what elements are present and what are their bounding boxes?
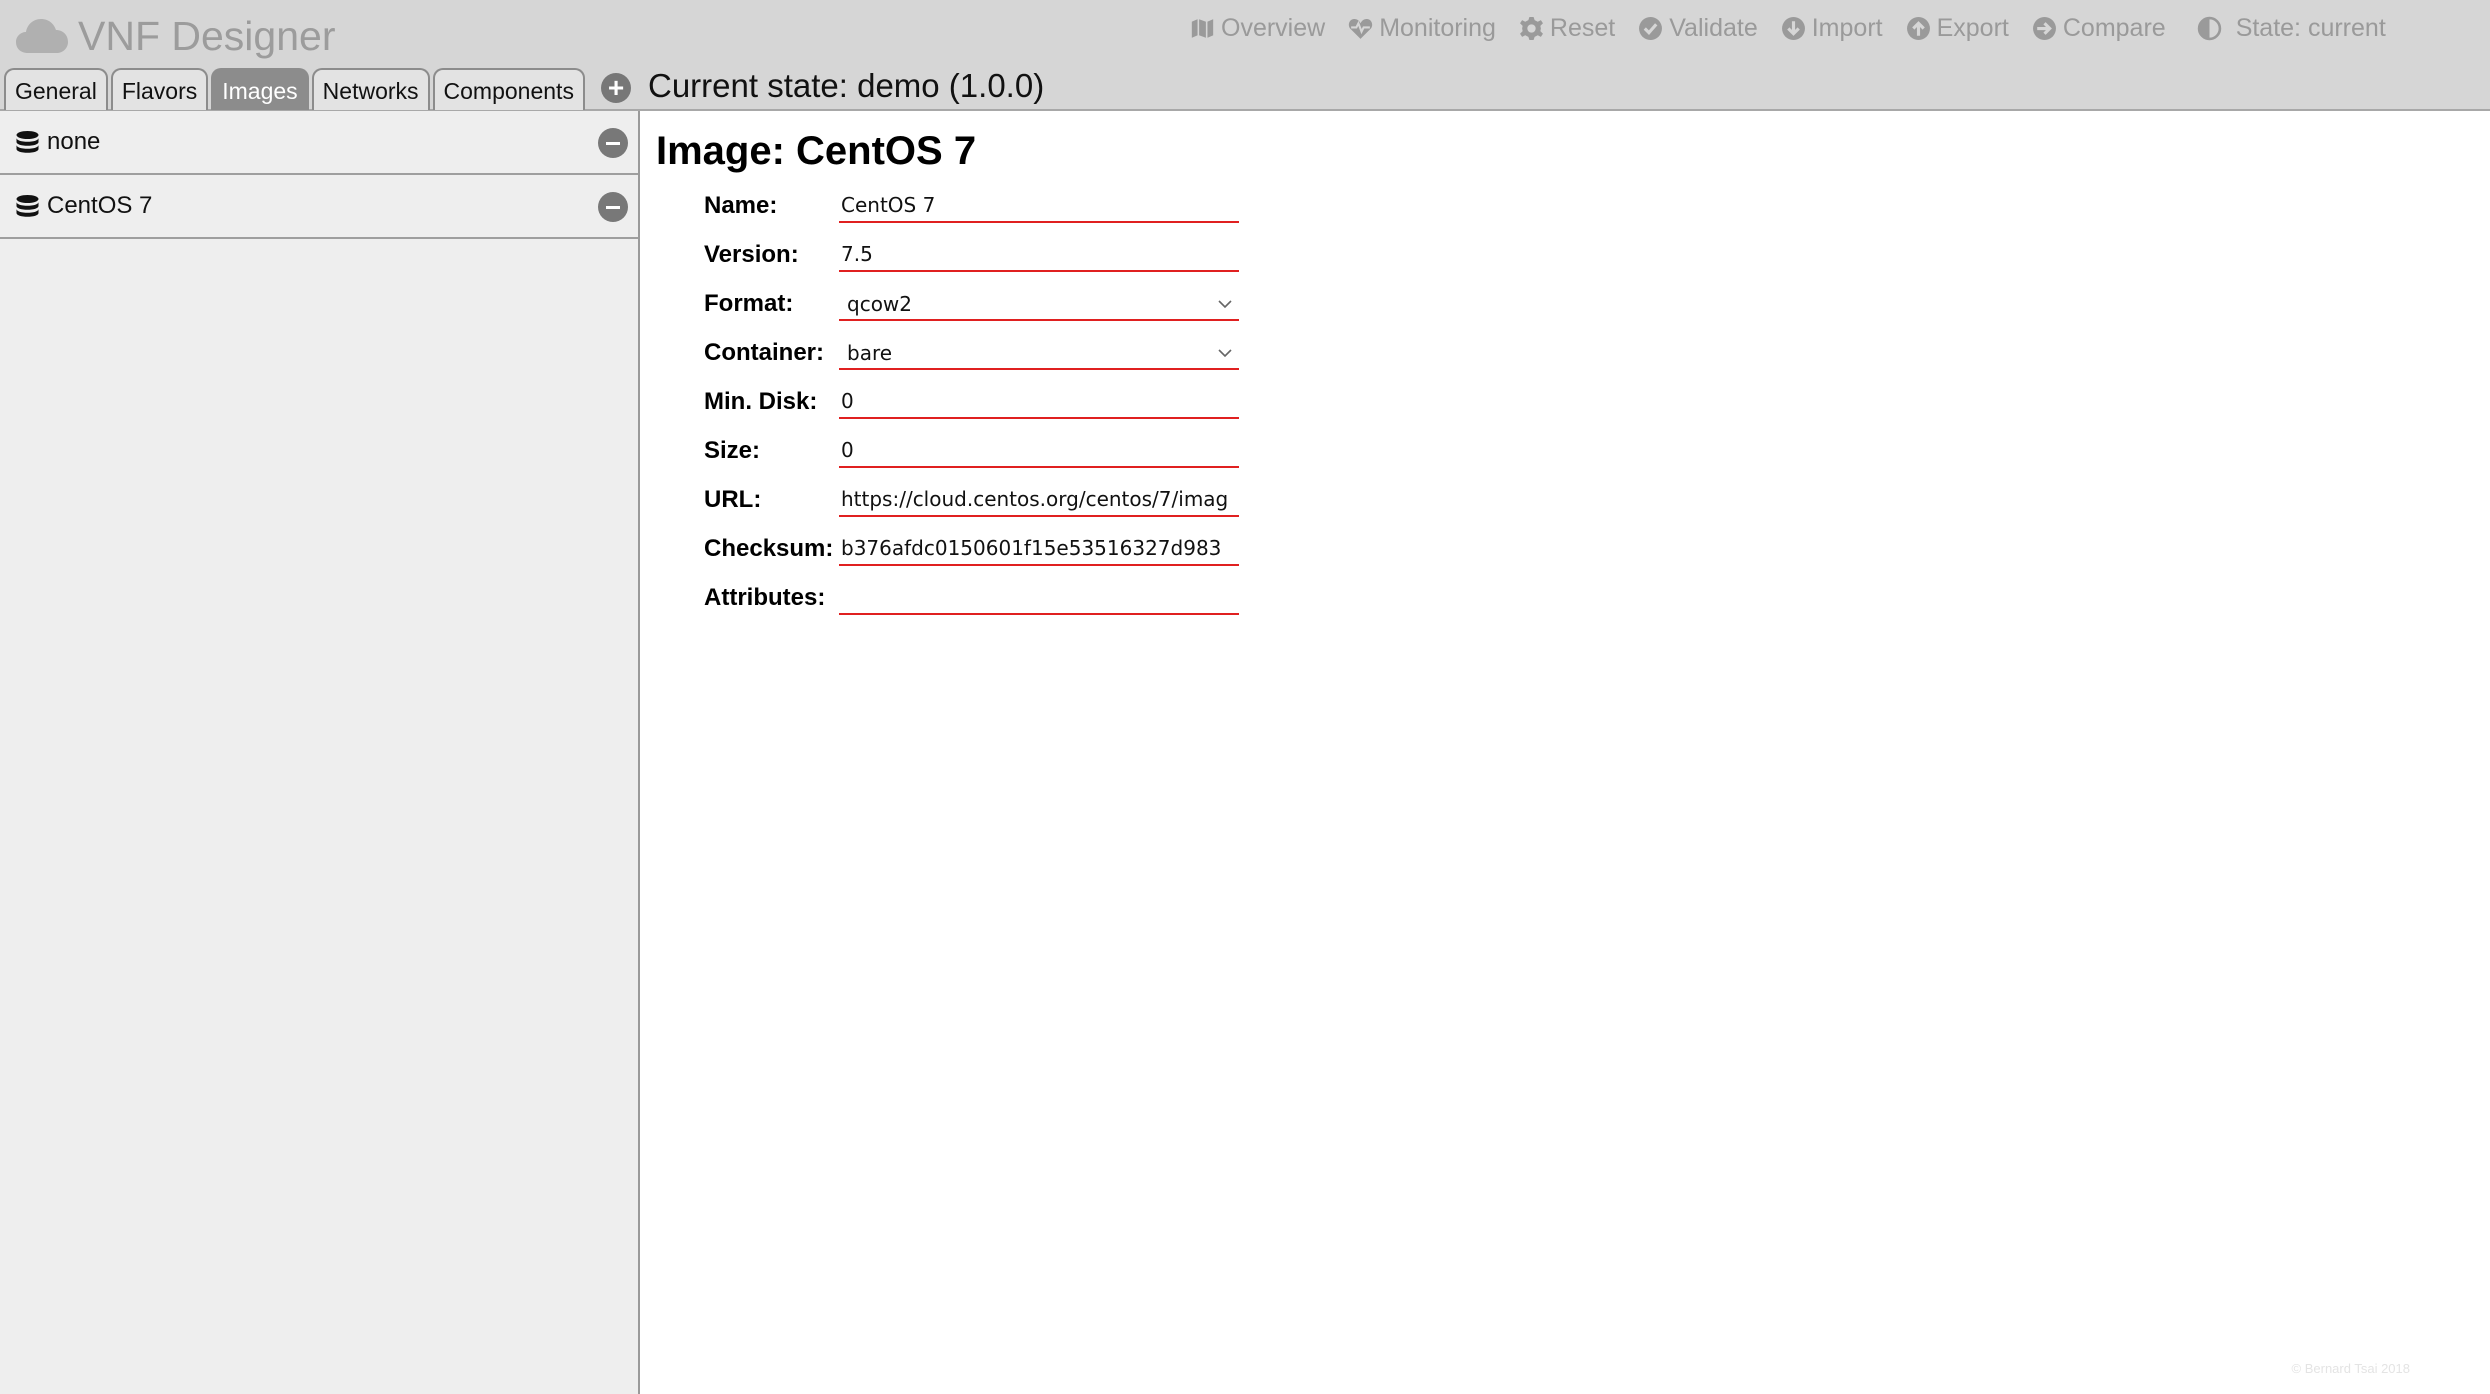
gear-icon <box>1519 16 1543 40</box>
container-value: bare <box>847 341 893 365</box>
container-row: Container: bare <box>704 330 1244 379</box>
export-label: Export <box>1936 13 2009 42</box>
version-field[interactable] <box>839 238 1239 272</box>
cloud-icon <box>16 19 68 53</box>
format-select[interactable]: qcow2 <box>839 287 1239 321</box>
min-disk-field[interactable] <box>839 385 1239 419</box>
container-select[interactable]: bare <box>839 336 1239 370</box>
remove-image-button[interactable] <box>598 128 628 158</box>
overview-button[interactable]: Overview <box>1190 14 1325 43</box>
check-circle-icon <box>1639 16 1663 40</box>
top-nav: Overview Monitoring Reset Validate Impor… <box>1190 12 2409 44</box>
version-row: Version: <box>704 232 1244 281</box>
arrow-up-circle-icon <box>1906 16 1930 40</box>
half-circle-icon <box>2197 16 2221 40</box>
size-row: Size: <box>704 428 1244 477</box>
checksum-field[interactable] <box>839 532 1239 566</box>
chevron-down-icon <box>1218 349 1232 358</box>
minus-icon <box>606 205 620 209</box>
validate-label: Validate <box>1669 13 1758 42</box>
format-value: qcow2 <box>847 292 913 316</box>
state-toggle-button[interactable]: State: current <box>2197 14 2386 43</box>
minus-icon <box>606 141 620 145</box>
add-image-button[interactable]: + <box>601 73 631 103</box>
plus-icon: + <box>607 72 625 103</box>
app-header: VNF Designer Overview Monitoring Reset V… <box>0 0 2490 111</box>
arrow-right-circle-icon <box>2032 16 2056 40</box>
tab-images[interactable]: Images <box>211 68 309 110</box>
image-list-sidebar: none CentOS 7 <box>0 111 640 1394</box>
min-disk-label: Min. Disk: <box>704 388 818 415</box>
url-field[interactable] <box>839 483 1239 517</box>
remove-image-button[interactable] <box>598 192 628 222</box>
compare-button[interactable]: Compare <box>2032 14 2166 43</box>
copyright-footer: © Bernard Tsai 2018 <box>2291 1361 2410 1376</box>
size-label: Size: <box>704 437 761 464</box>
checksum-label: Checksum: <box>704 535 834 562</box>
sidebar-item-label: none <box>47 128 101 155</box>
tab-bar: General Flavors Images Networks Componen… <box>4 68 588 111</box>
app-logo: VNF Designer <box>16 10 335 62</box>
import-button[interactable]: Import <box>1781 14 1883 43</box>
state-toggle-label: State: current <box>2235 13 2386 42</box>
sidebar-item-centos-7[interactable]: CentOS 7 <box>0 175 638 239</box>
name-label: Name: <box>704 192 778 219</box>
arrow-down-circle-icon <box>1781 16 1805 40</box>
chevron-down-icon <box>1218 300 1232 309</box>
url-label: URL: <box>704 486 762 513</box>
overview-label: Overview <box>1221 13 1326 42</box>
version-label: Version: <box>704 241 799 268</box>
reset-label: Reset <box>1549 13 1616 42</box>
reset-button[interactable]: Reset <box>1519 14 1615 43</box>
page-title: Image: CentOS 7 <box>656 129 977 173</box>
format-label: Format: <box>704 290 794 317</box>
name-row: Name: <box>704 183 1244 232</box>
map-icon <box>1190 16 1215 40</box>
monitoring-label: Monitoring <box>1379 13 1496 42</box>
heartbeat-icon <box>1349 18 1373 39</box>
tab-networks[interactable]: Networks <box>311 68 430 110</box>
database-icon <box>16 131 39 153</box>
size-field[interactable] <box>839 434 1239 468</box>
attributes-field[interactable] <box>839 581 1239 615</box>
import-label: Import <box>1811 13 1883 42</box>
app-title: VNF Designer <box>78 12 336 59</box>
format-row: Format: qcow2 <box>704 281 1244 330</box>
container-label: Container: <box>704 339 824 366</box>
attributes-label: Attributes: <box>704 584 826 611</box>
validate-button[interactable]: Validate <box>1638 14 1758 43</box>
checksum-row: Checksum: <box>704 526 1244 575</box>
export-button[interactable]: Export <box>1906 14 2009 43</box>
compare-label: Compare <box>2062 13 2166 42</box>
sidebar-item-none[interactable]: none <box>0 111 638 175</box>
min-disk-row: Min. Disk: <box>704 379 1244 428</box>
attributes-row: Attributes: <box>704 575 1244 624</box>
name-field[interactable] <box>839 189 1239 223</box>
sidebar-item-label: CentOS 7 <box>47 192 153 219</box>
tab-flavors[interactable]: Flavors <box>110 68 209 110</box>
current-state-title: Current state: demo (1.0.0) <box>648 67 1045 104</box>
database-icon <box>16 195 39 217</box>
tab-components[interactable]: Components <box>432 68 585 110</box>
monitoring-button[interactable]: Monitoring <box>1348 14 1496 43</box>
url-row: URL: <box>704 477 1244 526</box>
tab-general[interactable]: General <box>4 68 108 110</box>
